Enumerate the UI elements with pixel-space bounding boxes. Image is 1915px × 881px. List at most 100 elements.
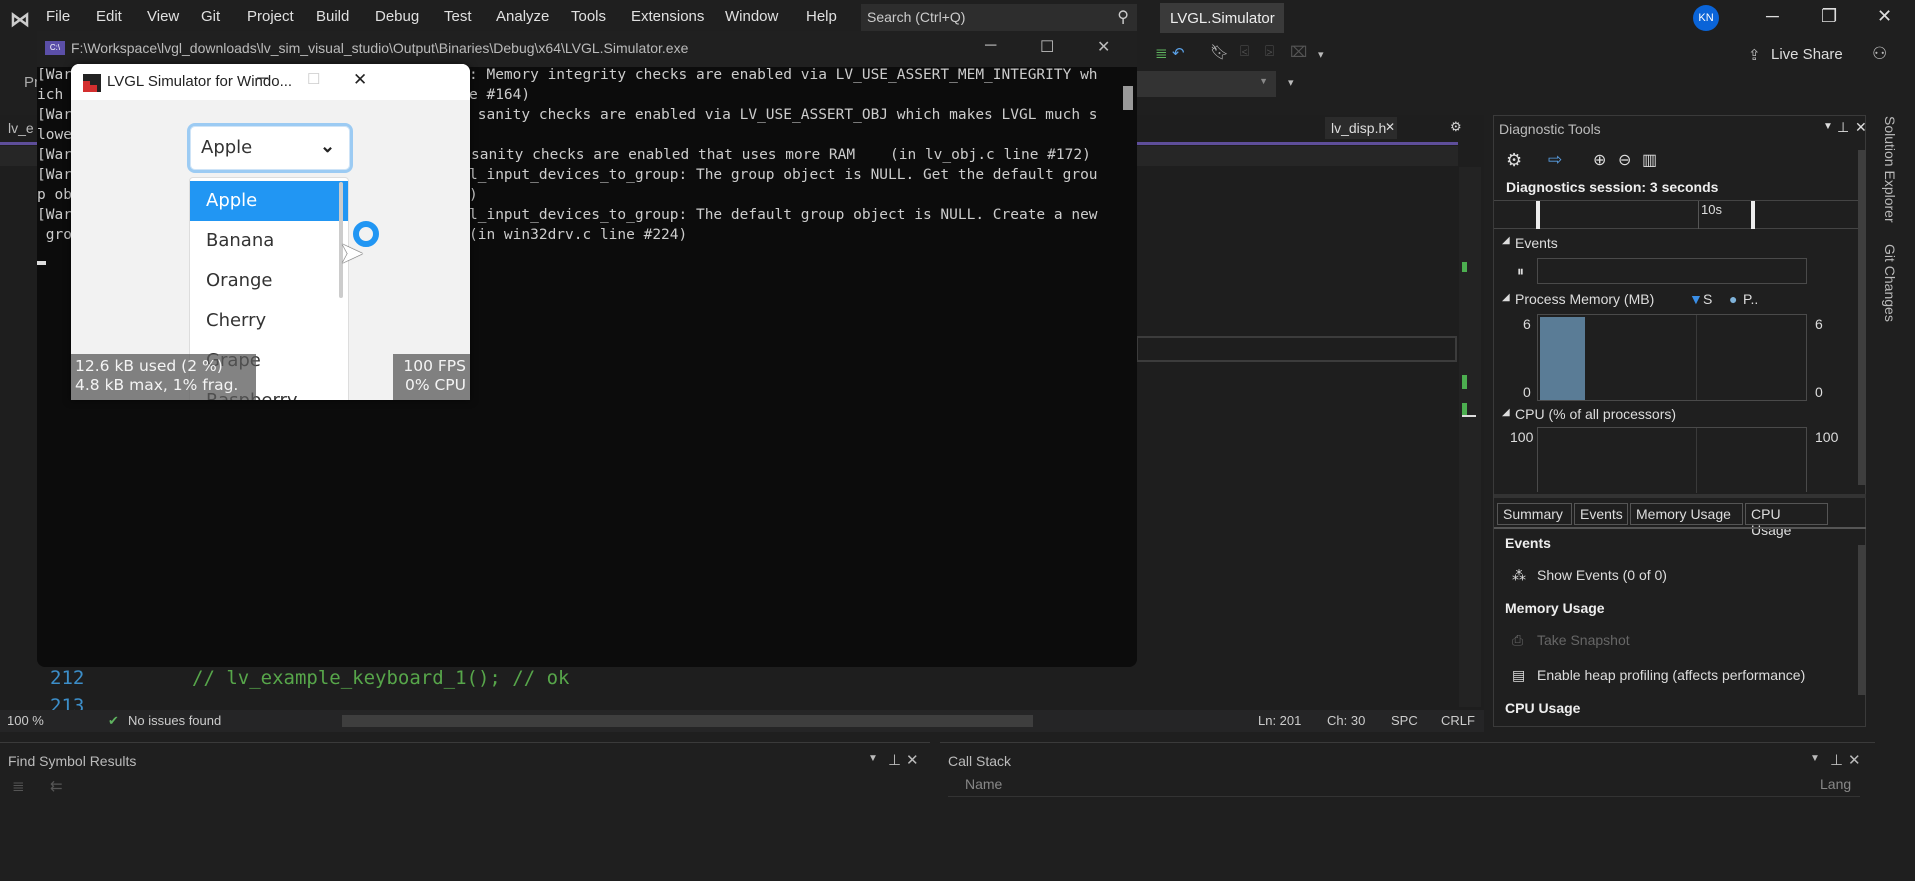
pin-icon[interactable]: ⊥ (888, 751, 901, 769)
splitter[interactable] (1494, 494, 1866, 498)
avatar[interactable]: KN (1693, 5, 1719, 31)
tab-events[interactable]: Events (1574, 503, 1628, 525)
git-changes-tab[interactable]: Git Changes (1882, 244, 1898, 322)
collapse-icon[interactable]: ◢ (1502, 407, 1510, 418)
next-bookmark-icon[interactable]: ⍄ (1265, 43, 1274, 60)
dropdown-option-selected[interactable]: Apple (190, 181, 348, 221)
dropdown-option[interactable]: Banana (190, 221, 348, 261)
solution-explorer-tab[interactable]: Solution Explorer (1882, 116, 1898, 223)
chart-icon[interactable]: ▥ (1642, 150, 1657, 170)
perf-monitor: 100 FPS 0% CPU (393, 354, 470, 400)
menu-tools[interactable]: Tools (571, 8, 606, 25)
axis-min-left: 0 (1523, 384, 1531, 400)
timeline-handle-start[interactable] (1536, 201, 1540, 229)
editor-status-bar: 100 % ✔ No issues found Ln: 201 Ch: 30 S… (0, 710, 1484, 732)
clear-bookmarks-icon[interactable]: ⌧ (1290, 43, 1307, 61)
menu-edit[interactable]: Edit (96, 8, 122, 25)
menu-git[interactable]: Git (201, 8, 220, 25)
minimize-button[interactable]: ─ (1766, 6, 1779, 27)
editor-vertical-scrollbar[interactable] (1459, 167, 1481, 707)
feedback-icon[interactable]: ⚇ (1872, 44, 1887, 64)
close-button[interactable]: ✕ (1877, 6, 1892, 27)
call-stack-panel: Call Stack ▼ ⊥ ✕ Name Lang (940, 742, 1875, 881)
chevron-down-icon[interactable]: ▼ (868, 753, 878, 764)
close-button[interactable]: ✕ (353, 70, 367, 90)
settings-icon[interactable]: ⚙ (1450, 119, 1462, 135)
indent-icon[interactable]: ≣ (1155, 44, 1168, 62)
tab-memory-usage[interactable]: Memory Usage (1630, 503, 1743, 525)
close-icon[interactable]: ✕ (1385, 120, 1395, 134)
menu-test[interactable]: Test (444, 8, 472, 25)
pin-icon[interactable]: ⊥ (1837, 119, 1849, 136)
issues-status[interactable]: No issues found (128, 713, 221, 728)
maximize-button[interactable]: ☐ (307, 70, 320, 88)
restore-button[interactable]: ❐ (1821, 6, 1837, 27)
undo-indent-icon[interactable]: ↶ (1172, 44, 1185, 62)
column-lang[interactable]: Lang (1820, 776, 1851, 792)
menu-analyze[interactable]: Analyze (496, 8, 549, 25)
close-button[interactable]: ✕ (1097, 37, 1110, 57)
legend-private-bytes: P.. (1743, 291, 1759, 307)
zoom-out-icon[interactable]: ⊖ (1618, 150, 1631, 170)
close-icon[interactable]: ✕ (1848, 751, 1861, 769)
menu-debug[interactable]: Debug (375, 8, 419, 25)
console-title: F:\Workspace\lvgl_downloads\lv_sim_visua… (71, 40, 689, 56)
collapse-icon[interactable]: ◢ (1502, 235, 1510, 246)
show-events-link[interactable]: Show Events (0 of 0) (1537, 567, 1667, 583)
axis-min-right: 0 (1815, 384, 1823, 400)
spacing-status[interactable]: SPC (1391, 713, 1418, 728)
collapse-icon[interactable]: ◢ (1502, 292, 1510, 303)
toolbar-overflow-icon[interactable]: ▾ (1318, 48, 1324, 61)
zoom-level[interactable]: 100 % (7, 713, 44, 728)
close-icon[interactable]: ✕ (1855, 119, 1867, 136)
timeline[interactable]: 10s (1494, 200, 1862, 229)
zoom-in-icon[interactable]: ⊕ (1593, 150, 1606, 170)
minimize-button[interactable]: ─ (985, 37, 996, 55)
line-ending-status[interactable]: CRLF (1441, 713, 1475, 728)
live-share-button[interactable]: Live Share (1771, 46, 1843, 63)
summary-scrollbar[interactable] (1858, 545, 1866, 695)
toolbar-overflow-icon[interactable]: ▾ (1288, 76, 1294, 89)
timeline-handle-end[interactable] (1751, 201, 1755, 229)
search-input[interactable]: Search (Ctrl+Q) ⚲ (861, 4, 1137, 32)
menu-window[interactable]: Window (725, 8, 778, 25)
console-line: gro (37, 227, 72, 243)
tab-cpu-usage[interactable]: CPU Usage (1745, 503, 1828, 538)
process-memory-chart (1537, 314, 1807, 401)
fruit-dropdown[interactable]: Apple ⌄ (187, 123, 353, 173)
take-snapshot-button[interactable]: Take Snapshot (1537, 632, 1630, 648)
cpu-section-label: CPU (% of all processors) (1515, 406, 1677, 422)
export-icon[interactable]: ⇨ (1548, 150, 1562, 170)
maximize-button[interactable]: ☐ (1040, 37, 1054, 57)
editor-tab-left[interactable]: lv_e (0, 117, 36, 139)
close-icon[interactable]: ✕ (906, 751, 919, 769)
summary-memory-header: Memory Usage (1505, 600, 1605, 616)
minimize-button[interactable]: ─ (257, 70, 268, 88)
chevron-down-icon[interactable]: ▼ (1810, 753, 1820, 764)
tab-summary[interactable]: Summary (1497, 503, 1572, 525)
console-scrollbar[interactable] (1123, 86, 1133, 110)
pin-icon[interactable]: ⊥ (1830, 751, 1843, 769)
pause-icon[interactable]: ⏸ (1517, 263, 1524, 280)
bookmark-icon[interactable]: 🔖︎ (1210, 43, 1229, 61)
horizontal-scrollbar[interactable] (342, 715, 1033, 727)
chevron-down-icon[interactable]: ▼ (1823, 121, 1833, 132)
heap-profiling-toggle[interactable]: Enable heap profiling (affects performan… (1537, 667, 1805, 683)
settings-icon[interactable]: ⚙ (1506, 150, 1522, 171)
menu-view[interactable]: View (147, 8, 179, 25)
menu-project[interactable]: Project (247, 8, 294, 25)
dropdown-option[interactable]: Cherry (190, 301, 348, 341)
code-line[interactable]: // lv_example_keyboard_1(); // ok (192, 667, 570, 689)
events-section-label: Events (1515, 235, 1558, 251)
menu-file[interactable]: File (46, 8, 70, 25)
menu-help[interactable]: Help (806, 8, 837, 25)
prev-bookmark-icon[interactable]: ⍃ (1240, 43, 1249, 60)
column-name[interactable]: Name (965, 776, 1002, 792)
dropdown-option[interactable]: Orange (190, 261, 348, 301)
config-dropdown[interactable]: ▼ (1136, 71, 1276, 97)
menu-build[interactable]: Build (316, 8, 349, 25)
editor-tab-lv-disp[interactable]: lv_disp.h ✕ (1325, 117, 1397, 139)
menu-extensions[interactable]: Extensions (631, 8, 704, 25)
caret-marker (1462, 415, 1476, 417)
diag-scrollbar[interactable] (1858, 150, 1866, 485)
